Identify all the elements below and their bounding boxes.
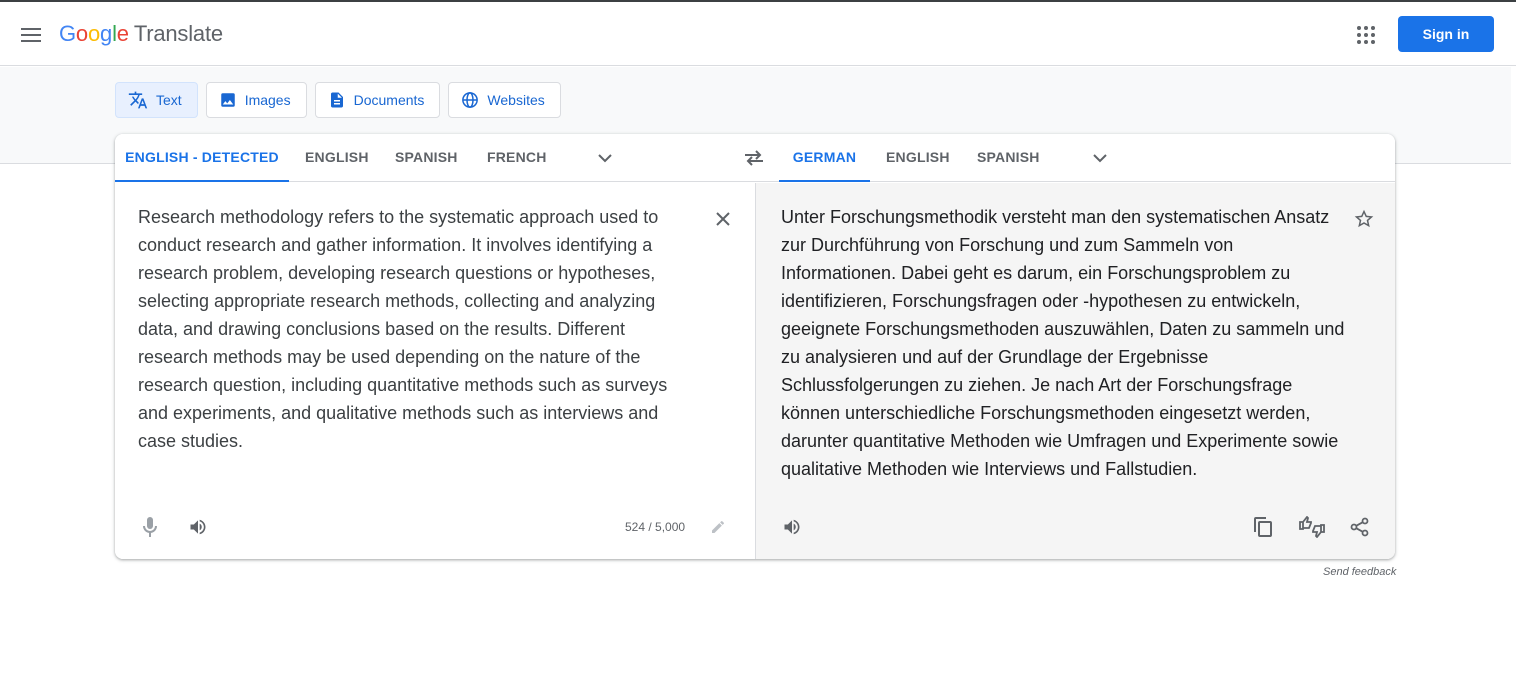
clear-source-button[interactable] xyxy=(707,203,739,235)
copy-translation-button[interactable] xyxy=(1247,511,1279,543)
target-panel: Unter Forschungsmethodik versteht man de… xyxy=(755,183,1395,559)
sign-in-button[interactable]: Sign in xyxy=(1398,16,1494,52)
source-text-input[interactable]: Research methodology refers to the syste… xyxy=(138,203,683,455)
language-bar: ENGLISH - DETECTED ENGLISH SPANISH FRENC… xyxy=(115,134,1395,182)
pencil-icon xyxy=(712,520,725,533)
product-name: Translate xyxy=(133,21,223,46)
speaker-icon xyxy=(784,519,800,535)
translated-text: Unter Forschungsmethodik versteht man de… xyxy=(781,207,1345,479)
close-icon xyxy=(716,212,730,226)
app-header: Google Translate Sign in xyxy=(0,2,1516,66)
hamburger-menu-icon xyxy=(21,28,41,42)
source-listen-button[interactable] xyxy=(182,511,214,543)
speaker-icon xyxy=(190,519,206,535)
copy-icon xyxy=(1254,517,1272,537)
logo-letter: G xyxy=(59,21,76,46)
source-lang-french-tab[interactable]: FRENCH xyxy=(487,134,547,182)
swap-arrows-icon xyxy=(745,150,763,166)
translator-card: ENGLISH - DETECTED ENGLISH SPANISH FRENC… xyxy=(115,134,1395,559)
target-more-languages-button[interactable] xyxy=(1088,146,1112,170)
source-more-languages-button[interactable] xyxy=(593,146,617,170)
mode-label: Websites xyxy=(487,92,545,108)
mode-text-button[interactable]: Text xyxy=(115,82,198,118)
target-lang-english-tab[interactable]: ENGLISH xyxy=(886,134,950,182)
chevron-down-icon xyxy=(1093,153,1107,162)
source-lang-spanish-tab[interactable]: SPANISH xyxy=(395,134,458,182)
google-translate-logo[interactable]: Google Translate xyxy=(59,20,223,48)
voice-input-button[interactable] xyxy=(134,511,166,543)
main-menu-button[interactable] xyxy=(14,18,48,52)
logo-letter: g xyxy=(100,21,113,46)
google-apps-button[interactable] xyxy=(1350,19,1382,51)
document-icon xyxy=(330,92,343,108)
translate-icon xyxy=(128,91,148,109)
source-panel: Research methodology refers to the syste… xyxy=(115,183,755,559)
globe-icon xyxy=(462,92,479,108)
translation-mode-tabs: Text Images Documents Websites xyxy=(115,82,561,118)
chevron-down-icon xyxy=(598,153,612,162)
mode-label: Documents xyxy=(353,92,425,108)
image-icon xyxy=(220,93,235,107)
logo-letter: o xyxy=(87,21,101,46)
swap-languages-button[interactable] xyxy=(740,144,768,172)
star-icon xyxy=(1354,209,1374,228)
apps-grid-icon xyxy=(1357,26,1375,44)
thumbs-up-down-icon xyxy=(1299,516,1325,538)
character-count: 524 / 5,000 xyxy=(625,520,686,534)
target-listen-button[interactable] xyxy=(776,511,808,543)
target-lang-german-tab[interactable]: GERMAN xyxy=(779,134,870,182)
source-lang-english-tab[interactable]: ENGLISH xyxy=(305,134,369,182)
mode-documents-button[interactable]: Documents xyxy=(314,82,441,118)
source-lang-detected-tab[interactable]: ENGLISH - DETECTED xyxy=(115,134,289,182)
page-scrollbar-track[interactable] xyxy=(1511,67,1516,682)
mode-label: Images xyxy=(244,92,291,108)
mode-images-button[interactable]: Images xyxy=(205,82,307,118)
edit-button[interactable] xyxy=(702,511,734,543)
share-icon xyxy=(1350,517,1369,537)
mode-label: Text xyxy=(156,92,182,108)
rate-translation-button[interactable] xyxy=(1296,511,1328,543)
share-translation-button[interactable] xyxy=(1344,511,1376,543)
logo-letter: o xyxy=(75,21,88,46)
send-feedback-link[interactable]: Send feedback xyxy=(1323,566,1396,578)
target-lang-spanish-tab[interactable]: SPANISH xyxy=(977,134,1040,182)
logo-letter: e xyxy=(116,21,129,46)
mode-websites-button[interactable]: Websites xyxy=(448,82,561,118)
microphone-icon xyxy=(143,517,157,537)
save-translation-button[interactable] xyxy=(1348,203,1380,235)
